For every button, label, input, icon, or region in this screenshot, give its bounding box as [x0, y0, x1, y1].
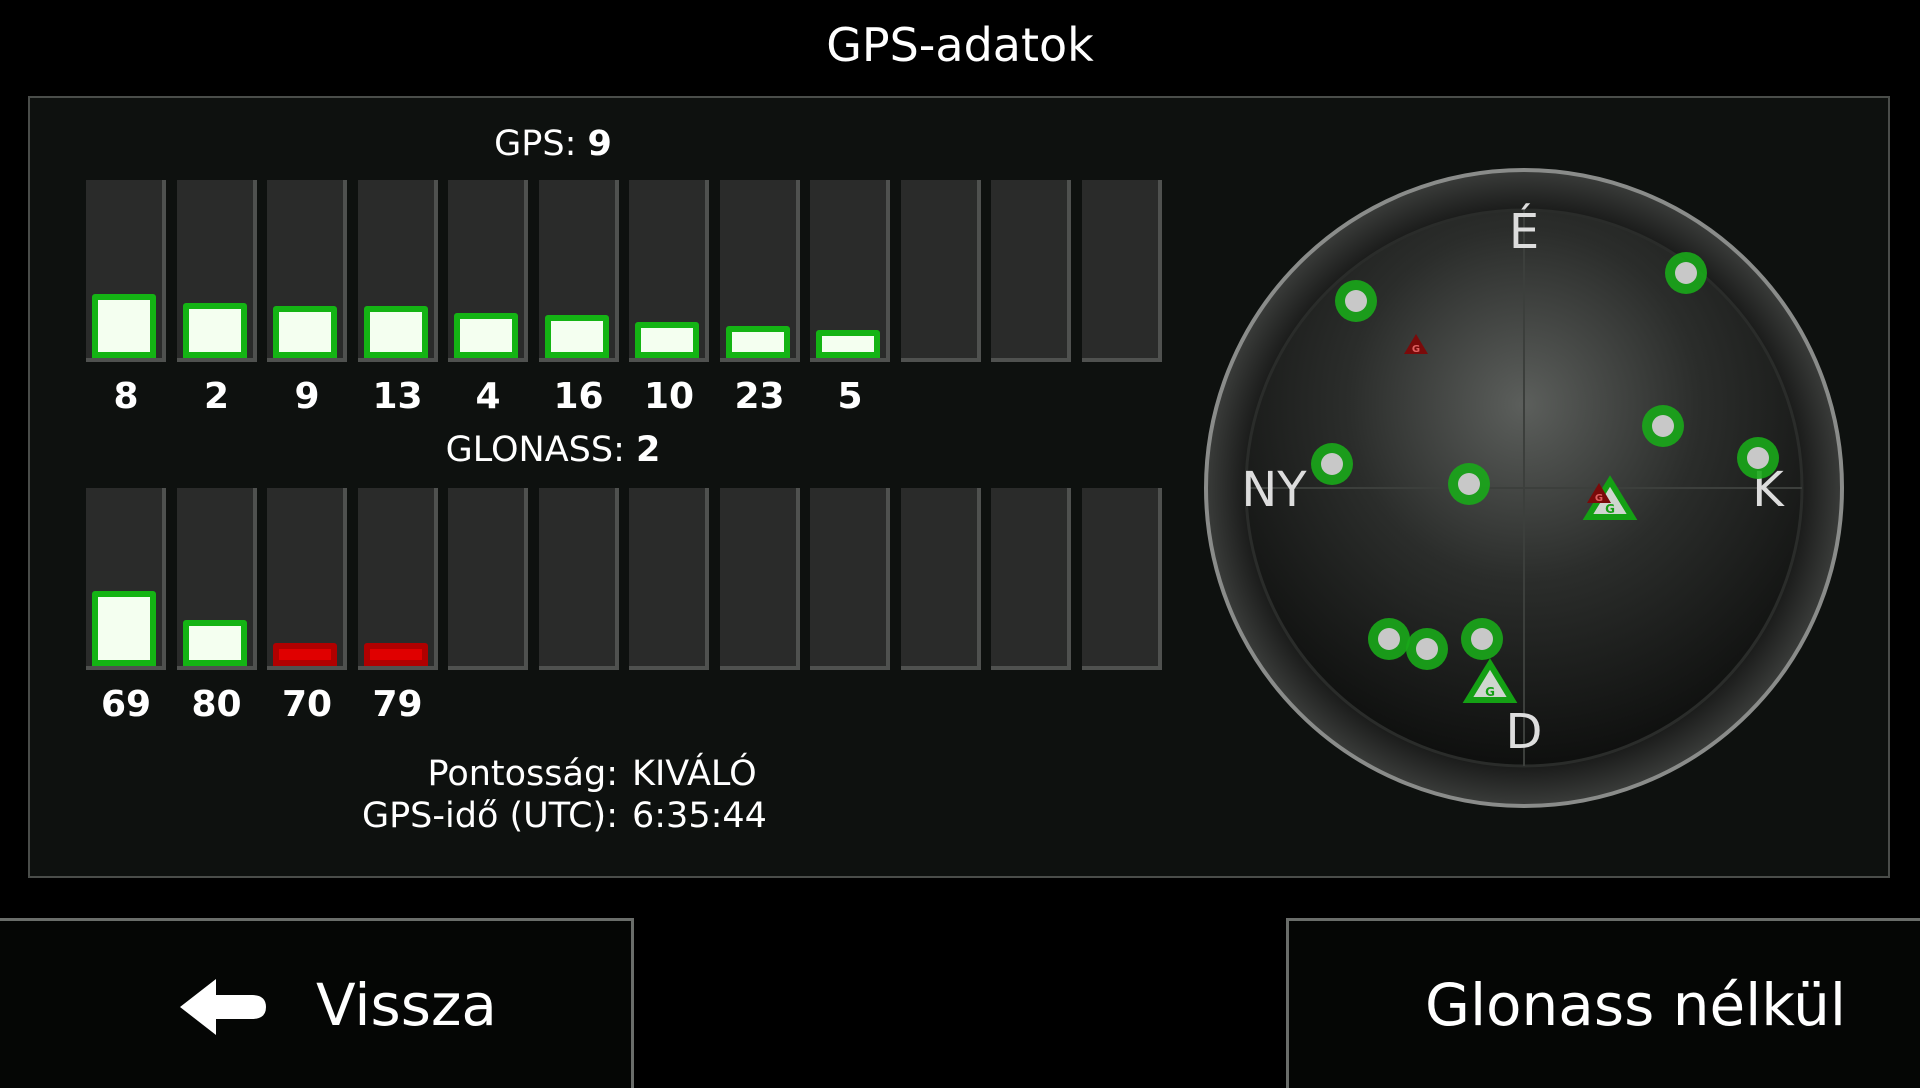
signal-slot — [991, 180, 1071, 362]
signal-bar — [273, 643, 337, 666]
satellite-prn-label: 2 — [203, 376, 230, 417]
satellite-prn-label: 79 — [372, 684, 423, 725]
signal-slot — [1081, 488, 1162, 670]
glonass-count: 2 — [636, 430, 661, 470]
green-dot-icon — [1406, 628, 1448, 670]
glonass-signal-bars — [86, 488, 1172, 670]
signal-slot — [267, 488, 347, 670]
compass-north-label: É — [1509, 203, 1539, 260]
satellite-prn-label: 69 — [100, 684, 152, 725]
signal-slot — [538, 180, 619, 362]
green-dot-icon — [1642, 405, 1684, 447]
signal-bar — [182, 303, 247, 358]
back-button-label: Vissza — [316, 971, 497, 1039]
signal-slot — [267, 180, 347, 362]
signal-slot — [900, 488, 981, 670]
compass-west-label: NY — [1241, 462, 1307, 518]
satellite-prn-label: 80 — [191, 684, 242, 725]
green-dot-icon — [1335, 280, 1377, 322]
signal-slot — [810, 180, 890, 362]
signal-slot — [176, 488, 257, 670]
signal-slot — [629, 488, 709, 670]
satellite-prn-label: 9 — [294, 376, 320, 417]
glonass-label: GLONASS: — [445, 430, 625, 470]
signal-bar — [454, 313, 518, 358]
compass-south-label: D — [1506, 704, 1543, 760]
back-button[interactable]: Vissza — [0, 918, 634, 1088]
glonass-count-label: GLONASS: 2 — [446, 430, 661, 470]
svg-text:G: G — [1605, 502, 1615, 516]
green-dot-icon — [1448, 463, 1490, 505]
svg-text:G: G — [1412, 344, 1420, 355]
satellite-prn-label: 13 — [372, 376, 423, 417]
page-title: GPS-adatok — [826, 18, 1094, 72]
satellite-prn-label: 4 — [475, 376, 501, 417]
green-dot-icon — [1368, 618, 1410, 660]
signal-bar — [544, 315, 609, 358]
satellite-prn-label: 8 — [113, 376, 139, 417]
green-dot-icon — [1311, 443, 1353, 485]
arrow-left-icon — [180, 979, 266, 1035]
disable-glonass-button-label: Glonass nélkül — [1425, 971, 1846, 1039]
signal-slot — [719, 180, 800, 362]
signal-bar — [725, 326, 790, 358]
signal-slot — [991, 488, 1071, 670]
signal-slot — [719, 488, 800, 670]
gps-prn-labels: 8 2 9 13 4 16 10 23 5 — [86, 376, 1172, 426]
signal-slot — [900, 180, 981, 362]
satellite-sky-view: É D K NY G G G G — [1204, 168, 1844, 808]
accuracy-value: KIVÁLÓ — [632, 754, 757, 794]
gps-signal-bars — [86, 180, 1172, 362]
signal-bar — [92, 591, 156, 666]
signal-bar — [816, 330, 880, 358]
signal-slot — [86, 488, 166, 670]
satellite-prn-label: 23 — [734, 376, 785, 417]
gps-time-value: 6:35:44 — [632, 796, 767, 836]
signal-bar — [635, 322, 699, 358]
signal-bar — [273, 306, 337, 358]
signal-bar — [363, 643, 428, 666]
svg-text:G: G — [1595, 493, 1603, 504]
signal-slot — [1081, 180, 1162, 362]
signal-slot — [357, 488, 438, 670]
signal-slot — [810, 488, 890, 670]
signal-bar — [182, 620, 247, 666]
gps-label: GPS: — [494, 124, 577, 164]
signal-slot — [448, 488, 528, 670]
green-dot-icon — [1461, 618, 1503, 660]
svg-text:G: G — [1485, 685, 1495, 699]
satellite-prn-label: 10 — [643, 376, 695, 417]
signal-slot — [86, 180, 166, 362]
signal-slot — [448, 180, 528, 362]
green-dot-icon — [1665, 252, 1707, 294]
signal-slot — [629, 180, 709, 362]
satellite-prn-label: 16 — [553, 376, 604, 417]
signal-bar — [363, 306, 428, 358]
disable-glonass-button[interactable]: Glonass nélkül — [1286, 918, 1920, 1088]
gps-count-label: GPS: 9 — [494, 124, 612, 164]
gps-time-label: GPS-idő (UTC): — [361, 796, 618, 836]
gps-info-panel: GPS: 9 8 2 9 13 4 16 10 23 5 GLONASS: 2 69 80 70 79… — [28, 96, 1890, 878]
satellite-prn-label: 70 — [281, 684, 333, 725]
signal-bar — [92, 294, 156, 358]
signal-slot — [357, 180, 438, 362]
satellite-prn-label: 5 — [837, 376, 863, 417]
signal-slot — [538, 488, 619, 670]
signal-slot — [176, 180, 257, 362]
accuracy-label: Pontosság: — [427, 754, 618, 794]
gps-count: 9 — [587, 124, 612, 164]
glonass-prn-labels: 69 80 70 79 — [86, 684, 1172, 734]
green-dot-icon — [1737, 437, 1779, 479]
